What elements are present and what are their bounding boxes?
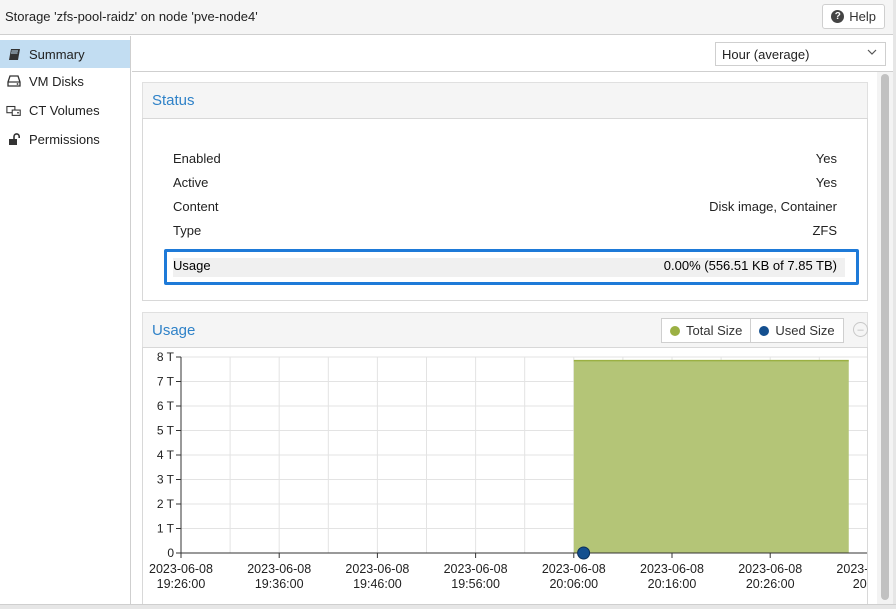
x-tick-label-date: 2023-06-08 xyxy=(836,562,868,576)
sidebar-item-label: Summary xyxy=(29,46,85,62)
sidebar: Summary VM Disks CT Volumes Permissions xyxy=(0,36,131,604)
storage-title-bar: Storage 'zfs-pool-raidz' on node 'pve-no… xyxy=(0,0,893,35)
status-value-content: Disk image, Container xyxy=(709,199,837,214)
legend-item-total-size[interactable]: Total Size xyxy=(662,319,750,342)
y-tick-label: 0 xyxy=(167,546,174,560)
legend-dot xyxy=(759,325,770,336)
legend-label: Total Size xyxy=(686,323,743,338)
sidebar-item-vm-disks[interactable]: VM Disks xyxy=(0,67,130,95)
summary-content: Hour (average) Status Enabled Yes Active… xyxy=(132,36,893,604)
page-title: Storage 'zfs-pool-raidz' on node 'pve-no… xyxy=(5,9,258,24)
y-tick-label: 3 T xyxy=(157,473,175,487)
x-tick-label-date: 2023-06-08 xyxy=(738,562,802,576)
book-icon xyxy=(6,47,22,61)
sidebar-item-label: Permissions xyxy=(29,131,100,147)
timeframe-value: Hour (average) xyxy=(722,46,810,62)
usage-label: Usage xyxy=(173,258,211,273)
status-label-type: Type xyxy=(173,223,202,238)
total-size-area xyxy=(573,360,849,553)
legend-label: Used Size xyxy=(775,323,835,338)
status-value-type: ZFS xyxy=(812,223,837,238)
sidebar-item-summary[interactable]: Summary xyxy=(0,40,130,68)
sidebar-item-label: VM Disks xyxy=(29,73,84,89)
help-button-label: Help xyxy=(849,9,876,24)
unlock-icon xyxy=(6,132,22,146)
legend-dot xyxy=(670,325,680,336)
x-tick-label-date: 2023-06-08 xyxy=(640,562,704,576)
usage-panel-title: Usage xyxy=(152,322,196,339)
x-tick-label-time: 19:56:00 xyxy=(451,577,500,591)
y-tick-label: 7 T xyxy=(157,375,175,389)
x-tick-label-time: 20:16:00 xyxy=(648,577,697,591)
hdd-icon xyxy=(6,74,22,88)
status-label-active: Active xyxy=(173,175,209,190)
usage-chart-area: 01 T2 T3 T4 T5 T6 T7 T8 T 2023-06-08 19:26… xyxy=(142,347,868,604)
chevron-down-icon xyxy=(867,47,877,60)
timeframe-select[interactable]: Hour (average) xyxy=(715,42,886,66)
status-panel: Enabled Yes Active Yes Content Disk imag… xyxy=(142,118,868,301)
x-tick-label-time: 20:35 xyxy=(853,577,868,591)
used-size-point xyxy=(577,546,591,560)
x-tick-label-date: 2023-06-08 xyxy=(345,562,409,576)
sidebar-item-permissions[interactable]: Permissions xyxy=(0,125,130,153)
x-tick-label-date: 2023-06-08 xyxy=(247,562,311,576)
minus-icon: – xyxy=(857,323,864,336)
bottom-bar xyxy=(0,604,896,609)
x-tick-label-date: 2023-06-08 xyxy=(149,562,213,576)
status-value-enabled: Yes xyxy=(815,151,837,166)
y-tick-label: 6 T xyxy=(157,399,175,413)
scrollbar-thumb[interactable] xyxy=(881,74,889,600)
cubes-icon xyxy=(6,103,22,117)
question-icon: ? xyxy=(831,10,845,23)
y-tick-label: 5 T xyxy=(157,424,175,438)
collapse-panel-button[interactable]: – xyxy=(853,322,868,337)
x-tick-label-time: 19:46:00 xyxy=(353,577,402,591)
x-tick-label-time: 20:06:00 xyxy=(549,577,598,591)
y-tick-label: 8 T xyxy=(157,350,175,364)
status-value-active: Yes xyxy=(815,175,837,190)
summary-toolbar: Hour (average) xyxy=(132,36,893,72)
status-panel-title: Status xyxy=(152,92,195,109)
help-button[interactable]: ? Help xyxy=(822,4,885,29)
x-tick-label-time: 20:26:00 xyxy=(746,577,795,591)
x-tick-label-date: 2023-06-08 xyxy=(444,562,508,576)
y-tick-label: 4 T xyxy=(157,448,175,462)
usage-row-highlight: Usage 0.00% (556.51 KB of 7.85 TB) xyxy=(164,249,859,285)
status-panel-header: Status xyxy=(142,82,868,118)
y-tick-label: 1 T xyxy=(157,522,175,536)
sidebar-item-ct-volumes[interactable]: CT Volumes xyxy=(0,96,130,124)
usage-value: 0.00% (556.51 KB of 7.85 TB) xyxy=(663,258,837,273)
sidebar-item-label: CT Volumes xyxy=(29,102,100,118)
status-label-enabled: Enabled xyxy=(173,151,221,166)
x-tick-label-date: 2023-06-08 xyxy=(542,562,606,576)
content-scrollbar[interactable] xyxy=(877,72,893,604)
legend-item-used-size[interactable]: Used Size xyxy=(750,319,842,342)
usage-panel-header: Usage Total Size Used Size – xyxy=(142,312,868,348)
chart-legend: Total Size Used Size xyxy=(661,318,844,343)
y-tick-label: 2 T xyxy=(157,497,175,511)
usage-chart: 01 T2 T3 T4 T5 T6 T7 T8 T2023-06-0819:26… xyxy=(149,350,868,591)
status-label-content: Content xyxy=(173,199,219,214)
x-tick-label-time: 19:36:00 xyxy=(255,577,304,591)
x-tick-label-time: 19:26:00 xyxy=(157,577,206,591)
